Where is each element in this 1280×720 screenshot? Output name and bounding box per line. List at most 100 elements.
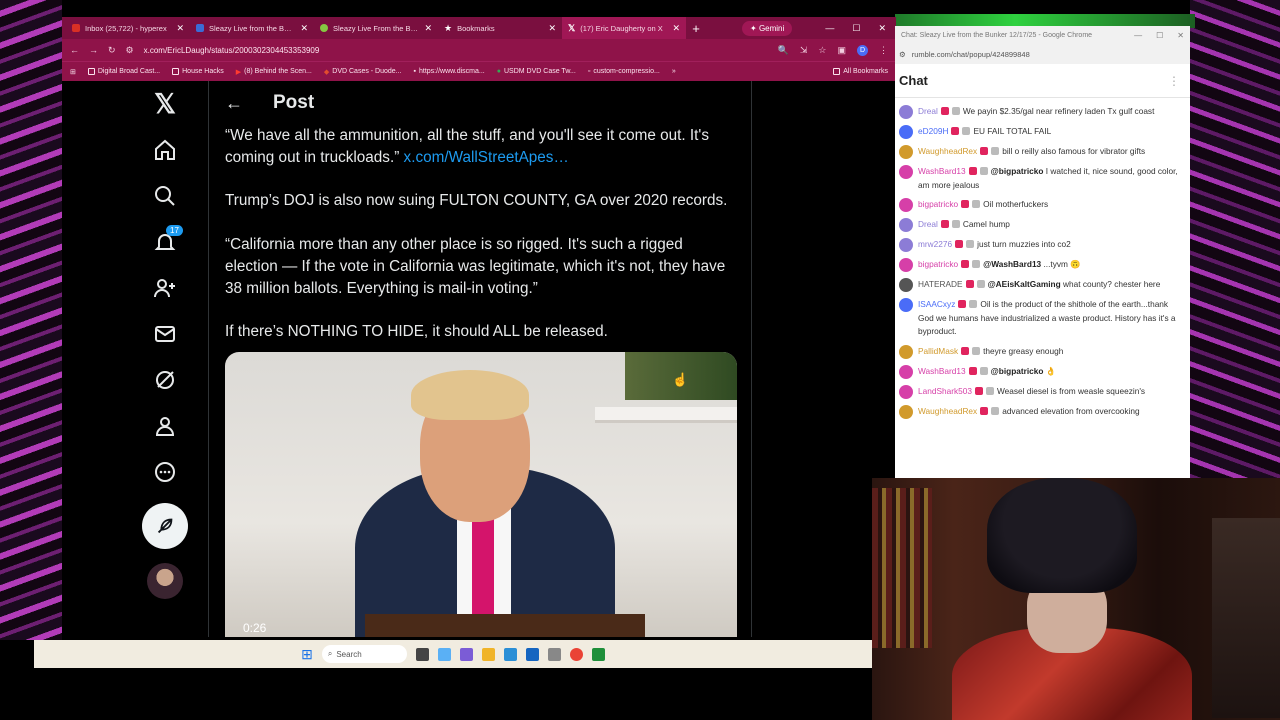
bookmark-item[interactable]: ◆ DVD Cases - Duode... [324,68,402,76]
chat-mention[interactable]: @bigpatricko [991,366,1044,376]
chat-username[interactable]: WaughheadRex [918,406,977,416]
apps-icon[interactable]: ⊞ [70,68,76,76]
close-icon[interactable]: ✕ [424,23,432,34]
chat-url[interactable]: rumble.com/chat/popup/424899848 [912,50,1030,59]
user-avatar[interactable] [899,105,913,119]
widgets-icon[interactable] [437,647,451,661]
back-arrow-icon[interactable]: ← [225,93,243,114]
tweet-link[interactable]: x.com/WallStreetApes… [404,149,569,166]
video-player[interactable]: 0:26 [225,352,737,637]
close-icon[interactable]: ✕ [176,23,184,34]
user-avatar[interactable] [899,125,913,139]
tab-rumble-2[interactable]: Sleazy Live From the Bunk ✕ [314,17,438,39]
user-avatar[interactable] [899,145,913,159]
user-avatar[interactable] [899,298,913,312]
chat-username[interactable]: PallidMask [918,346,958,356]
profile-icon[interactable] [142,403,188,449]
search-icon[interactable] [142,173,188,219]
chat-mention[interactable]: @WashBard13 [983,259,1041,269]
chat-username[interactable]: ISAACxyz [918,299,955,309]
all-bookmarks-button[interactable]: All Bookmarks [833,68,888,75]
edge-icon[interactable] [503,647,517,661]
user-avatar[interactable] [899,278,913,292]
user-avatar[interactable] [899,258,913,272]
maximize-icon[interactable]: ☐ [852,23,860,34]
rumble-app-icon[interactable] [591,647,605,661]
bookmark-item[interactable]: House Hacks [172,68,224,75]
follow-icon[interactable] [142,265,188,311]
chat-mention[interactable]: @AEisKaltGaming [988,279,1061,289]
more-icon[interactable] [142,449,188,495]
user-avatar[interactable] [899,218,913,232]
store-icon[interactable] [525,647,539,661]
reload-icon[interactable]: ↻ [108,45,116,56]
close-icon[interactable]: ✕ [548,23,556,34]
site-info-icon[interactable]: ⚙ [126,45,134,56]
chat-username[interactable]: HATERADE [918,279,963,289]
chat-menu-icon[interactable]: ⋮ [1168,74,1180,88]
chrome-icon[interactable] [569,647,583,661]
taskbar-search[interactable]: ⌕ Search [321,645,407,663]
chat-username[interactable]: WashBard13 [918,366,966,376]
account-avatar[interactable] [147,563,183,599]
user-avatar[interactable] [899,364,913,379]
bookmark-item[interactable]: ▶ (8) Behind the Scen... [236,68,312,76]
chat-username[interactable]: WaughheadRex [918,146,977,156]
sidepanel-icon[interactable]: ▣ [837,45,846,56]
close-icon[interactable]: ✕ [672,23,680,34]
menu-icon[interactable]: ⋮ [879,45,888,56]
windows-start-icon[interactable]: ⊞ [301,646,313,663]
tab-x-post[interactable]: 𝕏 (17) Eric Daugherty on X ✕ [562,17,686,39]
teams-icon[interactable] [459,647,473,661]
maximize-icon[interactable]: ☐ [1156,31,1163,40]
x-logo-icon[interactable]: 𝕏 [142,81,188,127]
forward-icon[interactable]: → [89,45,98,55]
bookmark-item[interactable]: ● USDM DVD Case Tw... [497,68,576,75]
gemini-button[interactable]: ✦ Gemini [742,20,793,36]
tab-rumble-1[interactable]: Sleazy Live from the Bunk ✕ [190,17,314,39]
new-tab-button[interactable]: + [686,21,706,36]
chat-username[interactable]: bigpatricko [918,199,958,209]
grok-icon[interactable] [142,357,188,403]
close-window-icon[interactable]: ✕ [878,23,886,34]
chat-username[interactable]: Dreal [918,106,938,116]
back-icon[interactable]: ← [70,45,79,55]
close-icon[interactable]: ✕ [300,23,308,34]
user-avatar[interactable] [899,198,913,212]
task-view-icon[interactable] [415,647,429,661]
chat-username[interactable]: WashBard13 [918,166,966,176]
minimize-icon[interactable]: — [1134,31,1142,40]
profile-icon[interactable]: D [857,44,868,56]
user-avatar[interactable] [899,384,913,399]
chat-username[interactable]: bigpatricko [918,259,958,269]
more-bookmarks-icon[interactable]: » [672,68,676,75]
user-avatar[interactable] [899,238,913,252]
bookmark-item[interactable]: ▪ https://www.discma... [414,68,485,75]
tab-gmail[interactable]: Inbox (25,722) - hyperex ✕ [66,17,190,39]
install-icon[interactable]: ⇲ [800,45,808,56]
notifications-icon[interactable]: 17 [142,219,188,265]
chat-username[interactable]: mrw2276 [918,239,952,249]
settings-icon[interactable] [547,647,561,661]
zoom-icon[interactable]: 🔍 [778,45,789,56]
compose-post-button[interactable] [142,503,188,549]
site-info-icon[interactable]: ⚙ [899,50,906,59]
close-window-icon[interactable]: ✕ [1177,31,1184,40]
bookmark-item[interactable]: Digital Broad Cast... [87,68,160,75]
user-avatar[interactable] [899,344,913,359]
file-explorer-icon[interactable] [481,647,495,661]
chat-username[interactable]: LandShark503 [918,386,972,396]
home-icon[interactable] [142,127,188,173]
url-field[interactable]: x.com/EricLDaugh/status/2000302304453353… [144,46,768,55]
notification-badge: 17 [166,225,183,236]
chat-username[interactable]: Dreal [918,219,938,229]
chat-mention[interactable]: @bigpatricko [991,166,1044,176]
chat-username[interactable]: eD209H [918,126,948,136]
minimize-icon[interactable]: — [825,23,834,34]
tab-bookmarks[interactable]: ★ Bookmarks ✕ [438,17,562,39]
user-avatar[interactable] [899,165,913,179]
user-avatar[interactable] [899,404,913,419]
bookmark-item[interactable]: ▫ custom-compressio... [588,68,660,75]
star-icon[interactable]: ☆ [818,45,826,56]
messages-icon[interactable] [142,311,188,357]
